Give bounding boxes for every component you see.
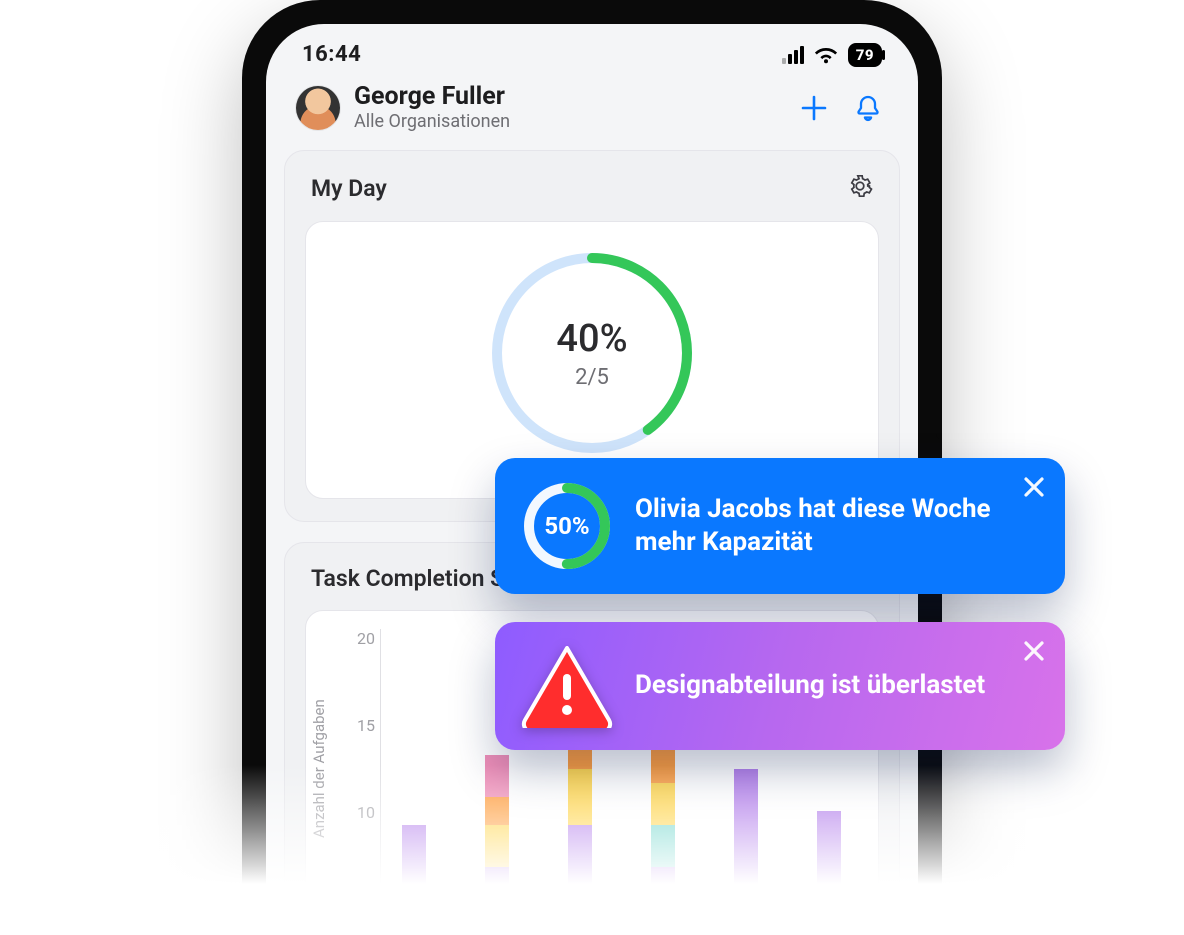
alert-overloaded[interactable]: Designabteilung ist überlastet — [495, 622, 1065, 750]
avatar[interactable] — [296, 86, 340, 130]
chart-tick: 15 — [335, 716, 375, 735]
chart-tick: 5 — [335, 890, 375, 909]
phone-side-button — [242, 190, 248, 240]
add-button[interactable] — [794, 88, 834, 128]
alert-text: Olivia Jacobs hat diese Woche mehr Kapaz… — [635, 493, 1039, 560]
user-name: George Fuller — [354, 83, 510, 112]
notifications-button[interactable] — [848, 88, 888, 128]
capacity-donut: 50% — [521, 480, 613, 572]
phone-side-button — [242, 272, 248, 372]
my-day-title: My Day — [311, 175, 387, 202]
alert-text: Designabteilung ist überlastet — [635, 669, 985, 702]
close-icon — [1021, 638, 1047, 664]
status-bar: 16:44 79 — [266, 24, 918, 75]
progress-fraction: 2/5 — [575, 365, 609, 390]
phone-side-button — [936, 290, 942, 440]
wifi-icon — [814, 46, 838, 64]
gear-icon — [847, 173, 873, 199]
phone-side-button — [242, 392, 248, 492]
chart-bar — [387, 629, 442, 909]
signal-icon — [782, 46, 804, 64]
capacity-percent: 50% — [521, 480, 613, 572]
chart-y-label: Anzahl der Aufgaben — [306, 629, 338, 909]
battery-level: 79 — [856, 46, 874, 64]
chart-tick: 10 — [335, 803, 375, 822]
my-day-settings-button[interactable] — [847, 173, 873, 203]
progress-percent: 40% — [556, 317, 627, 361]
progress-donut: 40% 2/5 — [487, 248, 697, 458]
chart-tick: 20 — [335, 629, 375, 648]
alert-close-button[interactable] — [1021, 474, 1047, 504]
battery-indicator: 79 — [848, 43, 882, 67]
status-time: 16:44 — [302, 42, 361, 67]
warning-icon — [521, 644, 613, 728]
alert-capacity[interactable]: 50% Olivia Jacobs hat diese Woche mehr K… — [495, 458, 1065, 594]
org-selector-label[interactable]: Alle Organisationen — [354, 112, 510, 133]
close-icon — [1021, 474, 1047, 500]
alert-close-button[interactable] — [1021, 638, 1047, 668]
header: George Fuller Alle Organisationen — [266, 75, 918, 150]
